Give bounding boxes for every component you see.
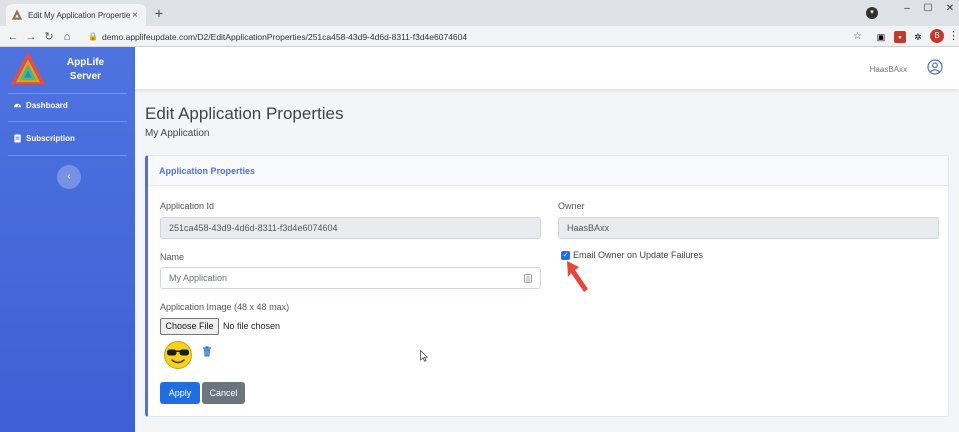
application-id-value: 251ca458-43d9-4d6d-8311-f3d4e6074604 (169, 223, 338, 233)
applife-logo-icon (10, 52, 46, 85)
user-avatar-icon[interactable] (927, 59, 943, 75)
cool-smiley-app-image-icon (164, 341, 192, 369)
home-icon[interactable]: ⌂ (58, 31, 76, 43)
brand[interactable]: AppLife Server (10, 51, 125, 89)
sidebar-item-dashboard[interactable]: Dashboard (13, 101, 68, 110)
brand-line-2: Server (69, 71, 102, 82)
tab-close-icon[interactable]: × (130, 10, 140, 21)
annotation-arrow-icon (567, 261, 588, 292)
dashboard-icon (13, 103, 22, 108)
maximize-button[interactable]: ☐ (918, 3, 938, 14)
sidebar-item-subscription[interactable]: Subscription (13, 134, 75, 143)
user-name[interactable]: HaasBAxx (870, 65, 907, 74)
trash-icon[interactable] (202, 346, 212, 357)
application-properties-card: Application Properties Application Id 25… (145, 155, 949, 417)
lock-icon: 🔒 (88, 32, 98, 41)
owner-label: Owner (558, 201, 585, 211)
browser-toolbar: ← → ↻ ⌂ 🔒 demo.applifeupdate.com/D2/Edit… (0, 26, 959, 47)
close-window-button[interactable]: ✕ (940, 3, 959, 14)
email-owner-label[interactable]: Email Owner on Update Failures (573, 250, 703, 260)
application-id-label: Application Id (160, 201, 215, 211)
extensions-puzzle-icon[interactable]: ✲ (912, 31, 924, 43)
browser-menu-icon[interactable]: ⋮ (948, 29, 959, 42)
cancel-button[interactable]: Cancel (202, 382, 245, 404)
minimize-button[interactable]: – (897, 3, 917, 14)
address-bar[interactable]: 🔒 demo.applifeupdate.com/D2/EditApplicat… (88, 28, 868, 45)
sidebar-divider (8, 155, 127, 156)
topbar: HaasBAxx (135, 47, 959, 89)
new-tab-button[interactable]: + (152, 6, 166, 20)
sidebar-collapse-button[interactable]: ‹ (57, 165, 81, 189)
name-label: Name (160, 252, 185, 262)
page-subtitle: My Application (145, 128, 210, 139)
forward-arrow-icon[interactable]: → (22, 31, 40, 43)
card-header: Application Properties (148, 156, 948, 186)
browser-chrome: Edit My Application Properties × + ▾ – ☐… (0, 0, 959, 47)
name-input[interactable]: My Application (160, 267, 541, 289)
brand-line-1: AppLife (66, 57, 105, 68)
sidebar-divider (8, 93, 127, 94)
subscription-icon (14, 134, 21, 143)
no-file-chosen-text: No file chosen (223, 321, 281, 331)
application-id-field: 251ca458-43d9-4d6d-8311-f3d4e6074604 (160, 217, 541, 239)
mouse-cursor-icon (420, 350, 428, 362)
sidebar: AppLife Server Dashboard Subscription ‹ (0, 47, 135, 432)
profile-avatar[interactable]: B (930, 29, 944, 43)
name-input-value: My Application (169, 273, 228, 283)
extension-badge-icon[interactable]: ▪ (894, 31, 906, 43)
tab-title: Edit My Application Properties (28, 10, 130, 20)
apply-button[interactable]: Apply (160, 382, 200, 404)
form-fill-icon[interactable] (524, 274, 532, 283)
tab-strip: Edit My Application Properties × + ▾ – ☐… (0, 0, 959, 26)
back-arrow-icon[interactable]: ← (4, 31, 22, 43)
sidebar-divider (8, 121, 127, 122)
browser-tab[interactable]: Edit My Application Properties × (6, 4, 146, 26)
sidebar-item-label: Subscription (26, 134, 75, 143)
owner-field: HaasBAxx (558, 217, 939, 239)
sidebar-item-label: Dashboard (26, 101, 68, 110)
brand-text: AppLife Server (46, 56, 125, 84)
tab-search-icon[interactable]: ▾ (866, 7, 878, 19)
url-text: demo.applifeupdate.com/D2/EditApplicatio… (101, 31, 468, 42)
choose-file-button[interactable]: Choose File (160, 318, 219, 335)
page-title: Edit Application Properties (145, 104, 344, 123)
applife-favicon-icon (12, 10, 22, 20)
bookmark-star-icon[interactable]: ☆ (853, 31, 862, 42)
application-image-label: Application Image (48 x 48 max) (160, 302, 290, 312)
owner-value: HaasBAxx (567, 223, 610, 233)
extension-icon[interactable]: ▣ (875, 31, 887, 43)
reload-icon[interactable]: ↻ (40, 30, 58, 43)
